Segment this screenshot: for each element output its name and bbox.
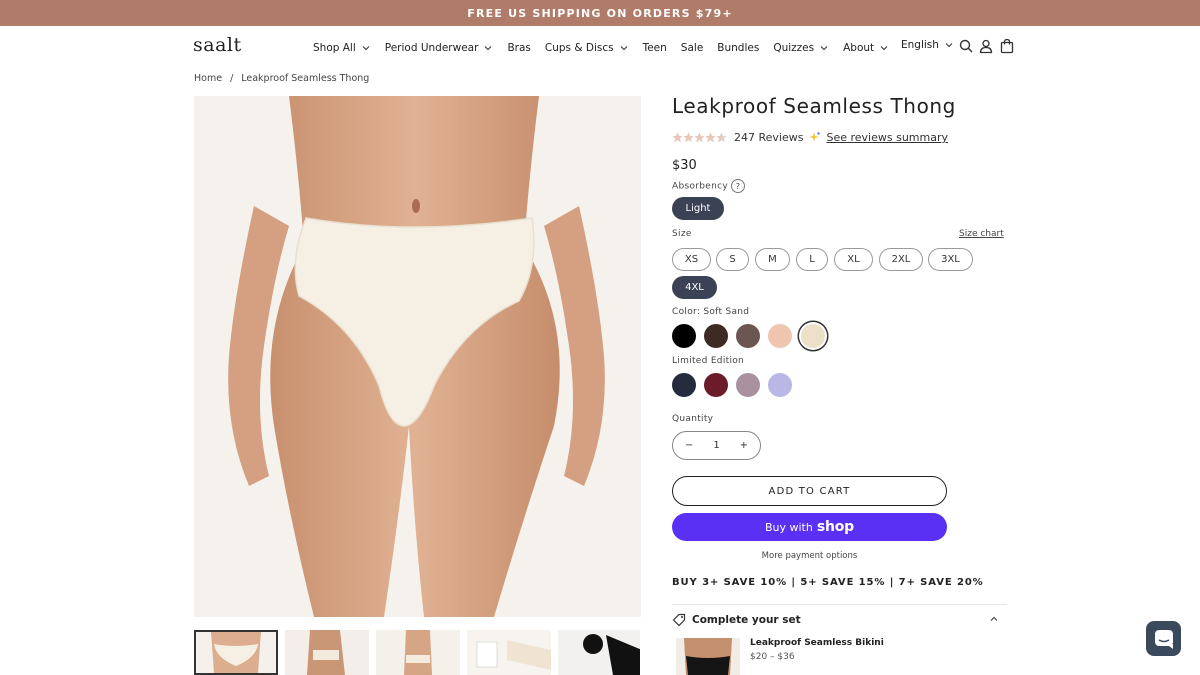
- nav-label: Bras: [507, 42, 531, 54]
- quantity-value[interactable]: 1: [713, 440, 719, 451]
- limited-swatch-mauve[interactable]: [736, 373, 760, 397]
- limited-swatch-lavender[interactable]: [768, 373, 792, 397]
- thumbnail[interactable]: [376, 630, 460, 675]
- product-main-image[interactable]: [194, 96, 641, 617]
- breadcrumb-current: Leakproof Seamless Thong: [241, 73, 370, 84]
- reviews-count[interactable]: 247 Reviews: [734, 131, 803, 144]
- color-swatch-soft-sand[interactable]: [801, 324, 825, 348]
- size-option-3xl[interactable]: 3XL: [928, 248, 973, 271]
- chevron-down-icon: [362, 46, 370, 51]
- color-swatch-taupe[interactable]: [736, 324, 760, 348]
- complete-set-title: Complete your set: [692, 614, 801, 626]
- set-item-image[interactable]: [676, 638, 740, 675]
- tag-icon: [672, 613, 686, 627]
- breadcrumb: Home / Leakproof Seamless Thong: [194, 73, 369, 84]
- limited-swatch-navy[interactable]: [672, 373, 696, 397]
- reviews-row: 247 Reviews See reviews summary: [672, 131, 948, 144]
- chevron-down-icon: [485, 46, 492, 51]
- size-option-2xl[interactable]: 2XL: [879, 248, 923, 271]
- nav-label: Bundles: [717, 42, 760, 54]
- nav-bras[interactable]: Bras: [507, 42, 530, 54]
- nav-period-underwear[interactable]: Period Underwear: [385, 42, 494, 54]
- chevron-down-icon: [820, 46, 828, 51]
- complete-set-header[interactable]: Complete your set: [672, 613, 1002, 627]
- site-header: saalt Shop All Period Underwear Bras Cup…: [0, 26, 1200, 70]
- size-label: Size: [672, 229, 692, 239]
- language-selector[interactable]: English: [901, 39, 954, 51]
- announcement-bar: FREE US SHIPPING ON ORDERS $79+: [0, 0, 1200, 26]
- chevron-down-icon: [880, 46, 888, 51]
- set-item-name[interactable]: Leakproof Seamless Bikini: [750, 638, 884, 648]
- chevron-up-icon[interactable]: [989, 614, 999, 624]
- buy-with-text: Buy with: [764, 520, 813, 534]
- absorbency-label-text: Absorbency: [672, 181, 728, 192]
- nav-label: Shop All: [313, 42, 356, 54]
- thumbnail[interactable]: [285, 630, 369, 675]
- size-option-xl[interactable]: XL: [834, 248, 873, 271]
- more-payment-options-link[interactable]: More payment options: [672, 551, 947, 561]
- limited-edition-label: Limited Edition: [672, 356, 745, 366]
- reviews-summary-link[interactable]: See reviews summary: [826, 131, 948, 144]
- size-option-m[interactable]: M: [755, 248, 790, 271]
- color-swatch-black[interactable]: [672, 324, 696, 348]
- breadcrumb-home[interactable]: Home: [194, 73, 222, 84]
- size-option-l[interactable]: L: [796, 248, 828, 271]
- quantity-increase-button[interactable]: +: [740, 440, 748, 451]
- thumbnail[interactable]: [467, 630, 551, 675]
- nav-cups-discs[interactable]: Cups & Discs: [545, 42, 629, 54]
- nav-shop-all[interactable]: Shop All: [313, 42, 371, 54]
- add-to-cart-button[interactable]: ADD TO CART: [672, 476, 947, 506]
- buy-with-shop-button[interactable]: Buy with shop: [672, 513, 947, 541]
- account-icon[interactable]: [978, 38, 994, 54]
- nav-label: Teen: [642, 42, 667, 54]
- cart-icon[interactable]: [999, 38, 1015, 54]
- bundle-promo-text: BUY 3+ SAVE 10% | 5+ SAVE 15% | 7+ SAVE …: [672, 577, 984, 588]
- nav-teen[interactable]: Teen: [643, 42, 667, 54]
- color-swatch-dark-brown[interactable]: [704, 324, 728, 348]
- size-chart-link[interactable]: Size chart: [959, 229, 1004, 239]
- thumbnail[interactable]: [558, 630, 640, 675]
- quantity-stepper: − 1 +: [672, 431, 761, 460]
- chevron-down-icon: [620, 46, 627, 51]
- shop-pay-logo: shop: [816, 519, 854, 535]
- language-label: English: [901, 39, 939, 51]
- size-option-s[interactable]: S: [716, 248, 749, 271]
- brand-logo[interactable]: saalt: [193, 34, 242, 56]
- nav-sale[interactable]: Sale: [681, 42, 703, 54]
- rating-stars[interactable]: [672, 132, 728, 143]
- nav-about[interactable]: About: [843, 42, 889, 54]
- nav-label: Period Underwear: [384, 42, 479, 54]
- nav-quizzes[interactable]: Quizzes: [773, 42, 829, 54]
- main-nav: Shop All Period Underwear Bras Cups & Di…: [313, 26, 889, 70]
- nav-label: Quizzes: [773, 42, 815, 54]
- absorbency-option-light[interactable]: Light: [672, 197, 724, 220]
- nav-bundles[interactable]: Bundles: [717, 42, 759, 54]
- color-label: Color: Soft Sand: [672, 307, 750, 317]
- nav-label: Sale: [680, 42, 704, 54]
- size-option-xs[interactable]: XS: [672, 248, 711, 271]
- thumbnail-strip: [194, 630, 640, 675]
- thumbnail[interactable]: [194, 630, 278, 675]
- set-item-price: $20 – $36: [750, 652, 795, 662]
- chevron-down-icon: [945, 43, 953, 48]
- absorbency-label: Absorbency?: [672, 179, 745, 193]
- chat-button[interactable]: [1146, 621, 1181, 656]
- product-title: Leakproof Seamless Thong: [672, 94, 956, 118]
- star-rating-icon: [672, 132, 727, 143]
- color-swatch-blush[interactable]: [768, 324, 792, 348]
- search-icon[interactable]: [958, 38, 974, 54]
- section-divider: [672, 604, 1007, 605]
- size-option-4xl[interactable]: 4XL: [672, 276, 717, 299]
- product-photo: [194, 96, 641, 617]
- breadcrumb-separator: /: [230, 73, 234, 84]
- nav-label: About: [843, 42, 875, 54]
- help-icon[interactable]: ?: [731, 179, 745, 193]
- quantity-decrease-button[interactable]: −: [685, 440, 693, 451]
- nav-label: Cups & Discs: [544, 42, 614, 54]
- limited-swatch-burgundy[interactable]: [704, 373, 728, 397]
- sparkle-icon: [809, 132, 821, 142]
- product-price: $30: [672, 158, 697, 173]
- chat-icon: [1154, 629, 1173, 649]
- quantity-label: Quantity: [672, 414, 714, 424]
